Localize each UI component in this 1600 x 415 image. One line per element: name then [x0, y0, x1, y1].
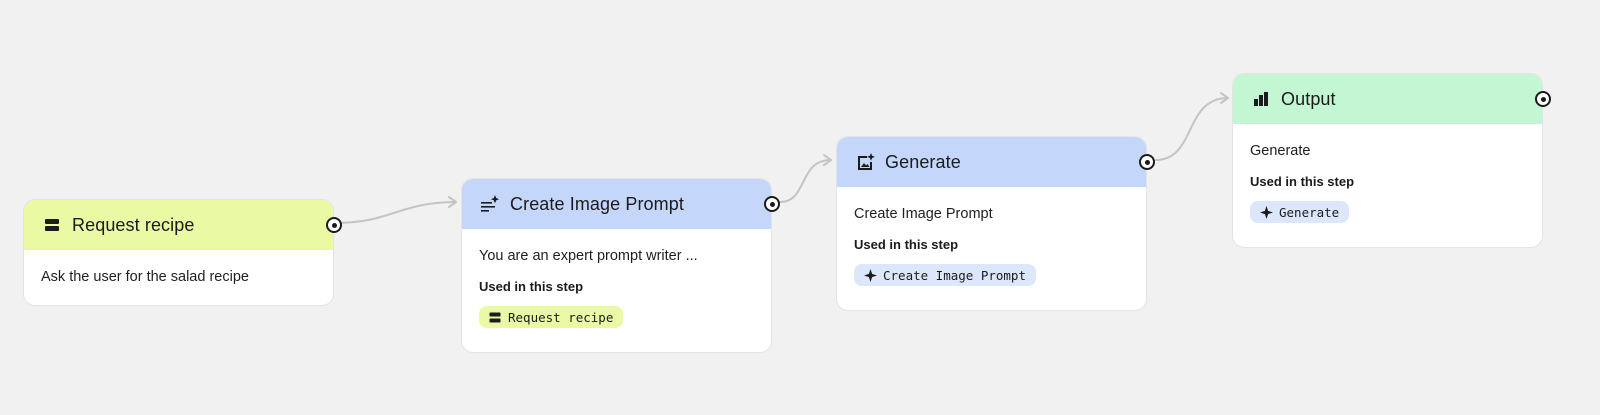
- node-output[interactable]: Output Generate Used in this step Genera…: [1232, 73, 1551, 248]
- connector-generate-to-output: [1155, 97, 1229, 161]
- output-port[interactable]: [1139, 154, 1155, 170]
- sparkle-icon: [863, 268, 877, 282]
- text-sparkle-icon: [480, 194, 500, 214]
- node-title: Create Image Prompt: [510, 193, 684, 214]
- input-icon: [488, 310, 502, 324]
- used-in-step-label: Used in this step: [854, 237, 959, 252]
- node-title: Output: [1281, 88, 1336, 109]
- output-chart-icon: [1251, 89, 1271, 109]
- chip-label: Generate: [1279, 204, 1340, 220]
- connector-create-to-generate: [779, 159, 832, 203]
- input-chip-request-recipe[interactable]: Request recipe: [479, 306, 624, 328]
- connector-request-to-create: [335, 201, 457, 224]
- node-body: Generate Used in this step Generate: [1233, 124, 1542, 240]
- node-description: Ask the user for the salad recipe: [41, 269, 249, 285]
- chip-label: Create Image Prompt: [883, 267, 1026, 283]
- chip-label: Request recipe: [508, 309, 614, 325]
- input-chip-generate[interactable]: Generate: [1250, 201, 1350, 223]
- input-chip-create-image-prompt[interactable]: Create Image Prompt: [854, 264, 1036, 286]
- sparkle-icon: [1259, 205, 1273, 219]
- arrowhead-icon: [823, 154, 832, 166]
- node-header[interactable]: Create Image Prompt: [462, 179, 780, 229]
- node-request-recipe[interactable]: Request recipe Ask the user for the sala…: [23, 199, 342, 306]
- output-port[interactable]: [1535, 91, 1551, 107]
- node-description: Create Image Prompt: [854, 206, 993, 222]
- node-title: Request recipe: [72, 214, 195, 235]
- node-header[interactable]: Output: [1233, 74, 1551, 124]
- used-in-step-label: Used in this step: [1250, 174, 1355, 189]
- node-description: Generate: [1250, 143, 1311, 159]
- node-body: Create Image Prompt Used in this step Cr…: [837, 187, 1146, 303]
- arrowhead-icon: [1220, 92, 1229, 104]
- node-title: Generate: [885, 151, 961, 172]
- image-sparkle-icon: [855, 152, 875, 172]
- used-in-step-label: Used in this step: [479, 279, 584, 294]
- input-icon: [42, 215, 62, 235]
- flow-canvas[interactable]: Request recipe Ask the user for the sala…: [0, 0, 1600, 415]
- node-body: You are an expert prompt writer ... Used…: [462, 229, 771, 344]
- node-description: You are an expert prompt writer ...: [479, 248, 698, 264]
- node-create-image-prompt[interactable]: Create Image Prompt You are an expert pr…: [461, 178, 780, 353]
- node-header[interactable]: Request recipe: [24, 200, 342, 250]
- arrowhead-icon: [448, 196, 457, 208]
- node-header[interactable]: Generate: [837, 137, 1155, 187]
- output-port[interactable]: [326, 217, 342, 233]
- output-port[interactable]: [764, 196, 780, 212]
- node-generate[interactable]: Generate Create Image Prompt Used in thi…: [836, 136, 1155, 311]
- node-body: Ask the user for the salad recipe: [24, 250, 333, 316]
